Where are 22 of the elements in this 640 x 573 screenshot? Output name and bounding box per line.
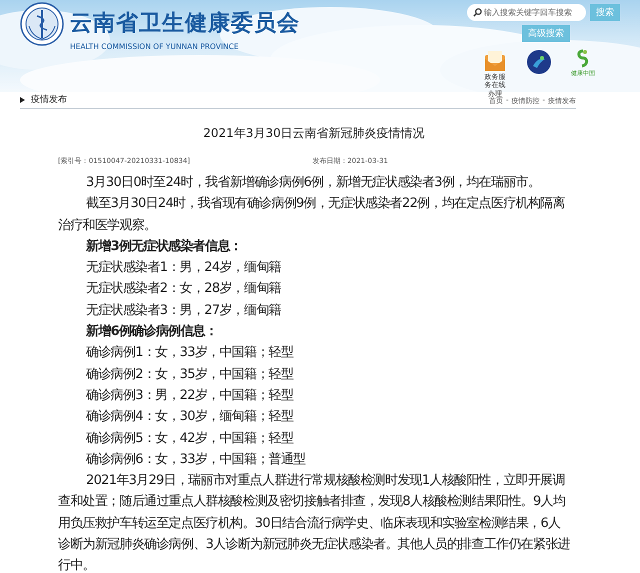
emblem-icon[interactable] [526, 49, 552, 75]
paragraph: 截至3月30日24时，我省现有确诊病例9例，无症状感染者22例，均在定点医疗机构隔离治疗和医学观察。 [58, 195, 566, 235]
paragraph: 确诊病例6：女，33岁，中国籍；普通型 [85, 450, 307, 469]
org-name: 云南省卫生健康委员会 [70, 10, 300, 38]
paragraph: 无症状感染者2：女，28岁，缅甸籍 [85, 280, 282, 298]
paragraph: 确诊病例3：男，22岁，中国籍；轻型 [85, 386, 294, 405]
section-title: 疫情发布 [31, 94, 67, 106]
paragraph: 3月30日0时至24时，我省新增确诊病例6例，新增无症状感染者3例，均在瑞丽市。 [85, 174, 542, 192]
paragraph: 确诊病例5：女，42岁，中国籍；轻型 [85, 430, 294, 448]
section-heading: 新增3例无症状感染者信息： [85, 238, 243, 256]
paragraph: 无症状感染者1：男，24岁，缅甸籍 [85, 259, 282, 278]
paragraph: 确诊病例1：女，33岁，中国籍；轻型 [85, 344, 294, 362]
triangle-icon [20, 96, 25, 102]
paragraph: 确诊病例4：女，30岁，缅甸籍；轻型 [85, 408, 294, 426]
paragraph: 确诊病例2：女，35岁，中国籍；轻型 [85, 366, 294, 384]
paragraph: 无症状感染者3：男，27岁，缅甸籍 [85, 302, 282, 320]
paragraph: 2021年3月29日，瑞丽市对重点人群进行常规核酸检测时发现1人核酸阳性，立即开展调查和处置；随后通过重点人群核酸检测及密切接触者排查，发现8人核酸检测结果阳性。9人均用负压救护车转运至定点医疗机构。30日结合流行病学史、临床表现和实验室检测结果，6人诊断为新冠肺炎确诊病例、3人诊断为新冠肺炎无症状感染者。其他人员的排查工作仍在紧张进行中。 [58, 472, 570, 573]
article-title: 2021年3月30日云南省新冠肺炎疫情情况 [202, 125, 426, 142]
section-heading: 新增6例确诊病例信息： [85, 322, 218, 342]
emblem-logo-icon [20, 2, 64, 46]
search-field[interactable]: 输入搜索关键字回车搜索 [467, 4, 586, 21]
search-icon [473, 8, 482, 17]
